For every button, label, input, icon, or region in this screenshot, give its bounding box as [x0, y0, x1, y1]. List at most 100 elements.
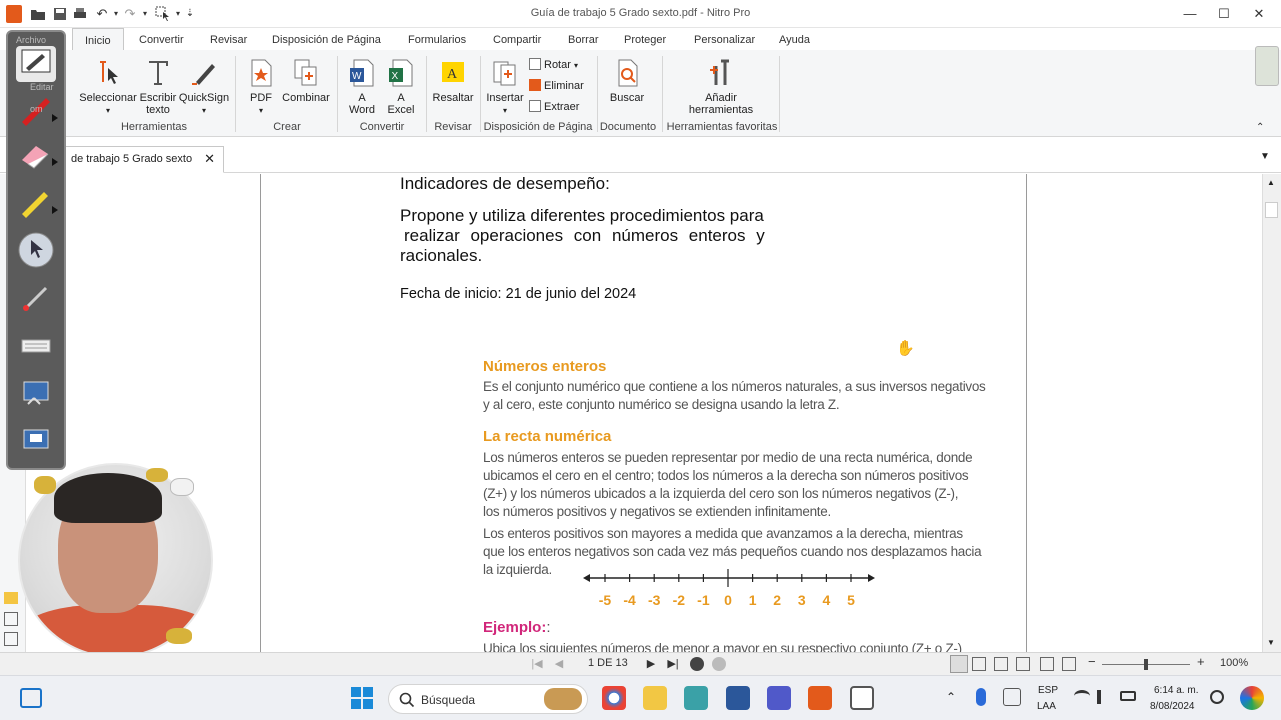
vertical-scrollbar[interactable]: ▲ ▼	[1262, 174, 1281, 652]
taskbar-search[interactable]: Búsqueda	[388, 684, 588, 714]
tab-personalizar[interactable]: Personalizar	[692, 28, 757, 50]
propone-line-3: racionales.	[400, 246, 483, 265]
minimize-button[interactable]: —	[1174, 0, 1206, 28]
nitro-taskbar-icon[interactable]	[808, 686, 832, 710]
next-page-icon[interactable]: ▶	[644, 657, 658, 671]
tab-revisar[interactable]: Revisar	[208, 28, 249, 50]
scroll-thumb[interactable]	[1265, 202, 1278, 218]
word-taskbar-icon[interactable]	[726, 686, 750, 710]
app-teal-icon[interactable]	[684, 686, 708, 710]
zoom-slider-handle[interactable]	[1144, 659, 1148, 670]
whiteboard-pen-icon[interactable]	[16, 46, 56, 82]
volume-icon[interactable]	[1097, 690, 1111, 704]
laser-pen-icon[interactable]	[16, 280, 56, 316]
buscar-button[interactable]: Buscar	[606, 58, 648, 104]
combinar-button[interactable]: Combinar	[281, 58, 331, 104]
pen-tray-icon[interactable]	[1003, 688, 1021, 706]
doc-tab-guia[interactable]: de trabajo 5 Grado sexto ✕	[62, 146, 224, 173]
anadir-herramientas-button[interactable]: Añadir herramientas	[684, 58, 758, 116]
continuous-view-icon[interactable]	[972, 657, 986, 671]
tab-borrar[interactable]: Borrar	[566, 28, 601, 50]
tab-ayuda[interactable]: Ayuda	[777, 28, 812, 50]
pointer-tool-icon[interactable]	[16, 232, 56, 268]
search-document-icon	[618, 59, 638, 87]
copilot-icon[interactable]	[1240, 686, 1264, 710]
wifi-icon[interactable]	[1074, 690, 1090, 702]
editar-label: Editar	[30, 82, 54, 92]
first-page-icon[interactable]: |◀	[530, 657, 544, 671]
propone-line-1: Propone y utiliza diferentes procedimien…	[400, 206, 764, 225]
facing-view-icon[interactable]	[994, 657, 1008, 671]
tray-chevron-icon[interactable]: ⌃	[946, 690, 956, 704]
tab-formularios[interactable]: Formularios	[406, 28, 468, 50]
hand-cursor-icon: ✋	[896, 340, 915, 357]
maximize-button[interactable]: ☐	[1208, 0, 1240, 28]
highlighter-icon[interactable]	[16, 184, 58, 220]
number-line-label: -5	[598, 592, 612, 608]
collapse-ribbon-icon[interactable]: ⌃	[1256, 122, 1264, 133]
resaltar-button[interactable]: A Resaltar	[431, 58, 475, 104]
quicksign-button[interactable]: QuickSign ▾	[178, 58, 230, 117]
fit-page-icon[interactable]	[1040, 657, 1054, 671]
pdf-page[interactable]: Indicadores de desempeño: Propone y util…	[260, 174, 1027, 652]
side-panel-toggle-icon[interactable]	[1255, 46, 1279, 86]
snipping-tool-icon[interactable]	[850, 686, 874, 710]
comments-icon[interactable]	[4, 592, 18, 604]
scroll-up-icon[interactable]: ▲	[1267, 178, 1275, 187]
windows-start-icon[interactable]	[350, 686, 374, 710]
clock-date[interactable]: 8/08/2024	[1150, 701, 1195, 712]
number-line-label: 2	[773, 592, 782, 608]
tab-inicio[interactable]: Inicio	[72, 28, 124, 50]
tab-disposicion[interactable]: Disposición de Página	[270, 28, 383, 50]
extraer-button[interactable]: Extraer	[529, 98, 579, 116]
zoom-in-button[interactable]: +	[1197, 654, 1205, 669]
a-word-button[interactable]: W A Word	[345, 58, 379, 116]
tab-compartir[interactable]: Compartir	[491, 28, 543, 50]
ribbon-separator	[337, 56, 338, 132]
eraser-icon[interactable]	[16, 136, 58, 172]
clock-time[interactable]: 6:14 a. m.	[1154, 685, 1198, 696]
forward-view-icon[interactable]	[712, 657, 726, 671]
tab-proteger[interactable]: Proteger	[622, 28, 668, 50]
eliminar-button[interactable]: Eliminar	[529, 77, 584, 95]
microphone-icon[interactable]	[976, 688, 986, 706]
attachments-icon[interactable]	[4, 612, 18, 626]
close-tab-icon[interactable]: ✕	[204, 147, 215, 171]
language-secondary[interactable]: LAA	[1037, 701, 1056, 712]
taskbar: Búsqueda ⌃ ESP LAA 6:14 a. m. 8/08/2024	[0, 675, 1281, 720]
seleccionar-button[interactable]: Seleccionar ▾	[79, 58, 137, 117]
battery-icon[interactable]	[1120, 691, 1136, 701]
task-view-icon[interactable]	[20, 688, 42, 708]
zoom-out-button[interactable]: −	[1088, 654, 1096, 669]
layers-icon[interactable]	[4, 632, 18, 646]
screen-capture-icon[interactable]	[16, 376, 56, 412]
desktop-share-icon[interactable]	[16, 424, 56, 460]
continuous-facing-view-icon[interactable]	[1016, 657, 1030, 671]
file-explorer-icon[interactable]	[643, 686, 667, 710]
title-bar: ↶ ▾ ↷ ▾ ▾ ⇣ Guía de trabajo 5 Grado sext…	[0, 0, 1281, 28]
notifications-icon[interactable]	[1210, 690, 1224, 704]
rotar-button[interactable]: Rotar ▾	[529, 56, 578, 74]
fit-width-icon[interactable]	[1062, 657, 1076, 671]
page-indicator[interactable]: 1 DE 13	[588, 657, 628, 669]
close-window-button[interactable]: ✕	[1243, 0, 1275, 28]
scroll-down-icon[interactable]: ▼	[1267, 638, 1275, 647]
escribir-texto-button[interactable]: Escribir texto	[139, 58, 177, 116]
ribbon-separator	[235, 56, 236, 132]
chrome-icon[interactable]	[602, 686, 626, 710]
last-page-icon[interactable]: ▶|	[666, 657, 680, 671]
back-view-icon[interactable]	[690, 657, 704, 671]
single-page-view-icon[interactable]	[950, 655, 968, 673]
a-excel-button[interactable]: X A Excel	[384, 58, 418, 116]
prev-page-icon[interactable]: ◀	[552, 657, 566, 671]
pdf-button[interactable]: PDF ▾	[244, 58, 278, 117]
keyboard-icon[interactable]	[16, 328, 56, 364]
group-documento-label: Documento	[599, 121, 657, 133]
insertar-button[interactable]: Insertar ▾	[485, 58, 525, 117]
tabs-dropdown-icon[interactable]: ▼	[1260, 151, 1270, 162]
tab-convertir[interactable]: Convertir	[137, 28, 186, 50]
teams-icon[interactable]	[767, 686, 791, 710]
zoom-level[interactable]: 100%	[1220, 657, 1248, 669]
tools-wrench-icon	[710, 59, 729, 85]
language-primary[interactable]: ESP	[1038, 685, 1058, 696]
